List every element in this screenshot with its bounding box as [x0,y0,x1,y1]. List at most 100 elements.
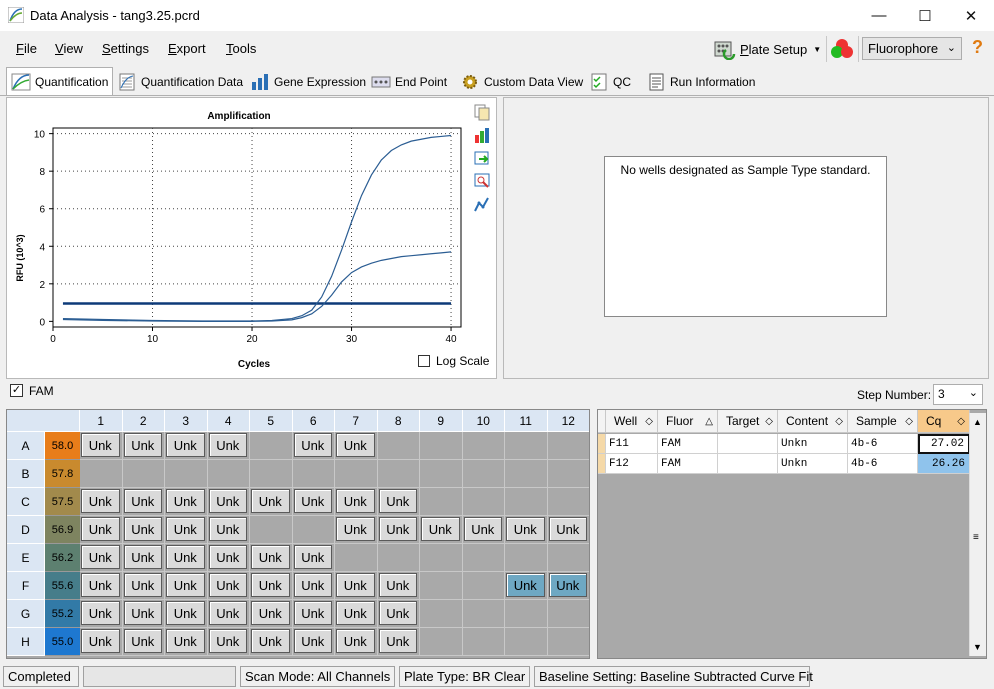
plate-well[interactable]: Unk [377,572,420,600]
traffic-light-icon[interactable] [829,37,855,61]
plate-column-header[interactable]: 11 [505,410,548,432]
plate-well[interactable] [377,432,420,460]
plate-setup-button[interactable]: Plate Setup ▼ [712,36,822,62]
plate-well[interactable]: Unk [80,600,123,628]
plate-row-header[interactable]: G [7,600,45,628]
plate-well[interactable] [292,460,335,488]
plate-well[interactable]: Unk [335,572,378,600]
plate-column-header[interactable]: 1 [80,410,123,432]
plate-well[interactable]: Unk [165,572,208,600]
plate-well[interactable]: Unk [250,628,293,656]
plate-well[interactable] [505,600,548,628]
plate-well[interactable]: Unk [207,628,250,656]
plate-well[interactable]: Unk [207,600,250,628]
plate-row-header[interactable]: E [7,544,45,572]
table-cell-content[interactable]: Unkn [778,434,848,454]
plate-well[interactable] [420,488,463,516]
plate-well[interactable]: Unk [335,628,378,656]
table-cell-well[interactable]: F11 [606,434,658,454]
plate-well[interactable]: Unk [80,544,123,572]
table-row-marker[interactable] [598,454,606,474]
plate-well[interactable] [80,460,123,488]
table-cell-sample[interactable]: 4b-6 [848,434,918,454]
plate-well[interactable]: Unk [122,488,165,516]
plate-well[interactable] [420,544,463,572]
plate-well[interactable] [122,460,165,488]
plate-well[interactable] [335,460,378,488]
plate-well[interactable] [547,432,589,460]
plate-well[interactable]: Unk [165,488,208,516]
plate-well[interactable] [547,488,589,516]
plate-well[interactable]: Unk [165,600,208,628]
tab-qc[interactable]: QC [584,70,636,94]
table-cell-target[interactable] [718,454,778,474]
plate-column-header[interactable]: 5 [250,410,293,432]
plate-well[interactable]: Unk [377,488,420,516]
menu-tools[interactable]: Tools [226,41,256,56]
plate-well[interactable]: Unk [122,516,165,544]
plate-well[interactable] [547,460,589,488]
plate-column-header[interactable]: 8 [377,410,420,432]
plate-well[interactable] [462,460,505,488]
plate-column-header[interactable]: 3 [165,410,208,432]
plate-well[interactable] [462,600,505,628]
table-cell-fluor[interactable]: FAM [658,434,718,454]
plate-well[interactable] [377,544,420,572]
plate-well[interactable]: Unk [292,628,335,656]
table-cell-cq[interactable]: 26.26 [918,454,970,474]
plate-well[interactable]: Unk [122,572,165,600]
export-chart-icon[interactable] [473,149,491,167]
plate-well[interactable]: Unk [250,572,293,600]
plate-column-header[interactable]: 10 [462,410,505,432]
tab-gene-expression[interactable]: Gene Expression [245,70,371,94]
maximize-button[interactable]: ☐ [902,0,948,31]
plate-well[interactable]: Unk [207,544,250,572]
table-scrollbar[interactable]: ▲ ≡ ▼ [969,413,986,656]
column-header-well[interactable]: Well ◇ [606,410,658,433]
scroll-down-icon[interactable]: ▼ [973,642,982,652]
plate-row-header[interactable]: A [7,432,45,460]
plate-well[interactable]: Unk [165,628,208,656]
plate-well[interactable] [420,628,463,656]
plate-well[interactable]: Unk [292,432,335,460]
plate-well[interactable]: Unk [207,516,250,544]
plate-well[interactable] [505,432,548,460]
plate-well[interactable]: Unk [505,572,548,600]
plate-well[interactable]: Unk [335,516,378,544]
plate-well[interactable] [420,572,463,600]
plate-well[interactable]: Unk [335,432,378,460]
plate-well[interactable] [335,544,378,572]
plate-well[interactable]: Unk [207,572,250,600]
plate-well[interactable]: Unk [250,544,293,572]
minimize-button[interactable]: — [856,0,902,31]
plate-row-header[interactable]: D [7,516,45,544]
plate-well[interactable] [250,432,293,460]
plate-well[interactable] [505,488,548,516]
plate-well[interactable]: Unk [80,488,123,516]
table-cell-content[interactable]: Unkn [778,454,848,474]
plate-well[interactable] [462,432,505,460]
menu-view[interactable]: View [55,41,83,56]
column-header-target[interactable]: Target ◇ [718,410,778,433]
plate-column-header[interactable]: 2 [122,410,165,432]
plate-well[interactable] [505,460,548,488]
plate-well[interactable] [462,488,505,516]
chart-settings-icon[interactable] [473,126,491,144]
plate-well[interactable] [377,460,420,488]
tab-quantification-data[interactable]: Quantification Data [112,70,248,94]
plate-well[interactable] [165,460,208,488]
plate-well[interactable]: Unk [547,516,589,544]
plate-well[interactable]: Unk [292,488,335,516]
menu-settings[interactable]: Settings [102,41,149,56]
sort-icon[interactable]: ◇ [765,416,773,427]
plate-well[interactable]: Unk [292,544,335,572]
plate-well[interactable] [547,544,589,572]
plate-well[interactable]: Unk [335,488,378,516]
fluorophore-select[interactable]: Fluorophore ⌄ [862,37,962,60]
plate-well[interactable]: Unk [292,600,335,628]
plate-well[interactable]: Unk [165,432,208,460]
plate-well[interactable] [250,516,293,544]
plate-well[interactable] [547,600,589,628]
plate-well[interactable]: Unk [377,516,420,544]
column-header-sample[interactable]: Sample ◇ [848,410,918,433]
